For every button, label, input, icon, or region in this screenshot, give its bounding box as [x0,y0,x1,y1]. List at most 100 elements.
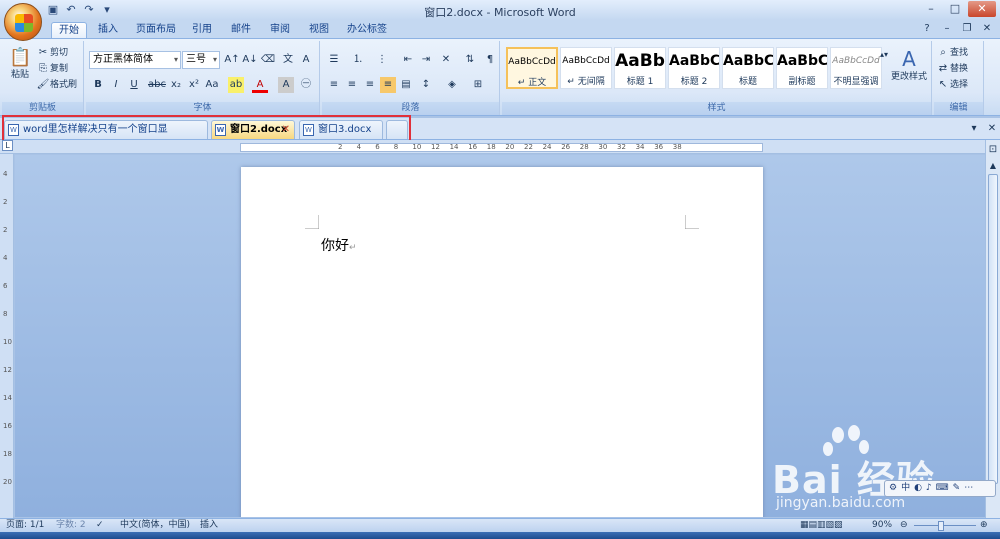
tab-list-icon[interactable]: ▾ [966,121,982,137]
ruler-number: 24 [542,143,552,151]
doc-tab-1[interactable]: Wword里怎样解决只有一个窗口显示。.docx [4,120,208,152]
doc-tab-3[interactable]: W 窗口3.docx [299,120,383,139]
tab-mailings[interactable]: 邮件 [227,22,255,38]
select-button[interactable]: ↖ 选择 [936,77,968,93]
new-tab-button[interactable] [386,120,408,139]
font-color-icon[interactable]: A [252,77,268,93]
style-sample: AaBbCcDd [562,56,610,66]
zoom-slider[interactable] [914,525,976,526]
char-shading-icon[interactable]: A [278,77,294,93]
tab-selector-icon[interactable]: L [2,140,13,151]
document-paragraph[interactable]: 你好 [321,238,349,254]
zoom-out-icon[interactable]: ⊖ [900,519,908,532]
close-window-button[interactable]: ✕ [968,1,996,17]
vertical-scrollbar[interactable]: ⊡ ▲ [985,140,1000,518]
tab-page-layout[interactable]: 页面布局 [133,22,179,38]
increase-indent-icon[interactable]: ⇥ [418,52,434,68]
enclose-char-icon[interactable]: ㊀ [298,77,314,93]
highlight-icon[interactable]: ab [228,77,244,93]
ruler-number: 18 [3,450,12,458]
decrease-indent-icon[interactable]: ⇤ [400,52,416,68]
scroll-up-icon[interactable]: ▲ [986,158,1000,174]
spellcheck-icon[interactable]: ✓ [96,519,104,532]
close-all-icon[interactable]: ✕ [984,121,1000,137]
style-heading-1[interactable]: AaBb 标题 1 [614,47,666,89]
help-icon[interactable]: ? [920,22,934,36]
align-right-icon[interactable]: ≡ [362,77,378,93]
view-buttons-icon[interactable]: ▦▤▥▧▨ [800,519,843,532]
status-page[interactable]: 页面: 1/1 [6,519,44,532]
restore-icon[interactable]: ❐ [960,22,974,36]
grow-font-icon[interactable]: A↑ [224,52,240,68]
zoom-in-icon[interactable]: ⊕ [980,519,988,532]
doc-tab-2[interactable]: W 窗口2.docx ✕ [211,120,295,139]
font-family-combo[interactable]: 方正黑体简体 [89,51,181,69]
chinese-layout-icon[interactable]: ✕ [438,52,454,68]
tab-insert[interactable]: 插入 [93,22,123,38]
justify-icon[interactable]: ≡ [380,77,396,93]
style-heading-2[interactable]: AaBbC 标题 2 [668,47,720,89]
line-spacing-icon[interactable]: ↕ [418,77,434,93]
shrink-font-icon[interactable]: A↓ [242,52,258,68]
style-title[interactable]: AaBbC 标题 [722,47,774,89]
status-word-count[interactable]: 字数: 2 [56,519,86,532]
style-normal[interactable]: AaBbCcDd ↵ 正文 [506,47,558,89]
ribbon-minimize-icon[interactable]: – [940,22,954,36]
align-center-icon[interactable]: ≡ [344,77,360,93]
tab-home[interactable]: 开始 [51,22,87,38]
tab-review[interactable]: 审阅 [266,22,294,38]
document-body-text[interactable]: 你好↵ [321,235,357,255]
format-painter-button[interactable]: 🖌格式刷 [36,77,77,93]
scrollbar-thumb[interactable] [988,174,998,484]
italic-icon[interactable]: I [108,77,124,93]
strikethrough-icon[interactable]: abc [148,77,166,93]
replace-button[interactable]: ⇄ 替换 [936,61,968,77]
tab-view[interactable]: 视图 [305,22,333,38]
document-page[interactable]: 你好↵ [241,167,763,517]
font-size-combo[interactable]: 三号 [182,51,220,69]
subscript-icon[interactable]: x₂ [168,77,184,93]
change-case-icon[interactable]: Aa [204,77,220,93]
shading-icon[interactable]: ◈ [444,77,460,93]
paste-button[interactable]: 📋 粘贴 [8,47,32,87]
bold-icon[interactable]: B [90,77,106,93]
char-border-icon[interactable]: A [298,52,314,68]
tab-references[interactable]: 引用 [188,22,216,38]
close-tab-icon[interactable]: ✕ [282,121,290,138]
superscript-icon[interactable]: x² [186,77,202,93]
show-marks-icon[interactable]: ¶ [482,52,498,68]
horizontal-ruler[interactable]: L 2 4 6 8 10 12 14 16 18 20 22 24 26 28 30 32 34 36 38 [0,140,1000,154]
office-button[interactable] [4,3,42,41]
style-subtle-emphasis[interactable]: AaBbCcDd 不明显强调 [830,47,882,89]
underline-icon[interactable]: U [126,77,142,93]
status-language[interactable]: 中文(简体，中国) [120,519,190,532]
numbering-icon[interactable]: ⒈ [350,52,366,68]
clear-format-icon[interactable]: ⌫ [260,52,276,68]
phonetic-guide-icon[interactable]: 文 [280,52,296,68]
style-subtitle[interactable]: AaBbC 副标题 [776,47,828,89]
find-button[interactable]: ⌕ 查找 [936,45,968,61]
multilevel-list-icon[interactable]: ⋮ [374,52,390,68]
tab-office-tabs[interactable]: 办公标签 [344,22,390,38]
bullets-icon[interactable]: ☰ [326,52,342,68]
cut-button[interactable]: ✂ 剪切 [36,45,68,61]
borders-icon[interactable]: ⊞ [470,77,486,93]
change-styles-button[interactable]: A 更改样式 [888,47,930,91]
align-left-icon[interactable]: ≡ [326,77,342,93]
clipboard-icon: 📋 [9,47,32,68]
sort-icon[interactable]: ⇅ [462,52,478,68]
style-name: 标题 [738,77,757,87]
distributed-icon[interactable]: ▤ [398,77,414,93]
copy-button[interactable]: ⎘ 复制 [36,61,68,77]
status-insert-mode[interactable]: 插入 [200,519,218,532]
zoom-slider-thumb[interactable] [938,521,944,531]
vertical-ruler[interactable]: 4 2 2 4 6 8 10 12 14 16 18 20 [0,154,14,518]
maximize-button[interactable]: □ [944,1,966,17]
ime-toolbar[interactable]: ⚙中◐♪⌨✎⋯ [884,480,996,497]
style-no-spacing[interactable]: AaBbCcDd ↵ 无间隔 [560,47,612,89]
ruler-toggle-icon[interactable]: ⊡ [986,142,1000,158]
minimize-button[interactable]: – [920,1,942,17]
close-doc-icon[interactable]: ✕ [980,22,994,36]
styles-group-label: 样式 [502,102,931,115]
status-zoom[interactable]: 90% [872,519,892,532]
